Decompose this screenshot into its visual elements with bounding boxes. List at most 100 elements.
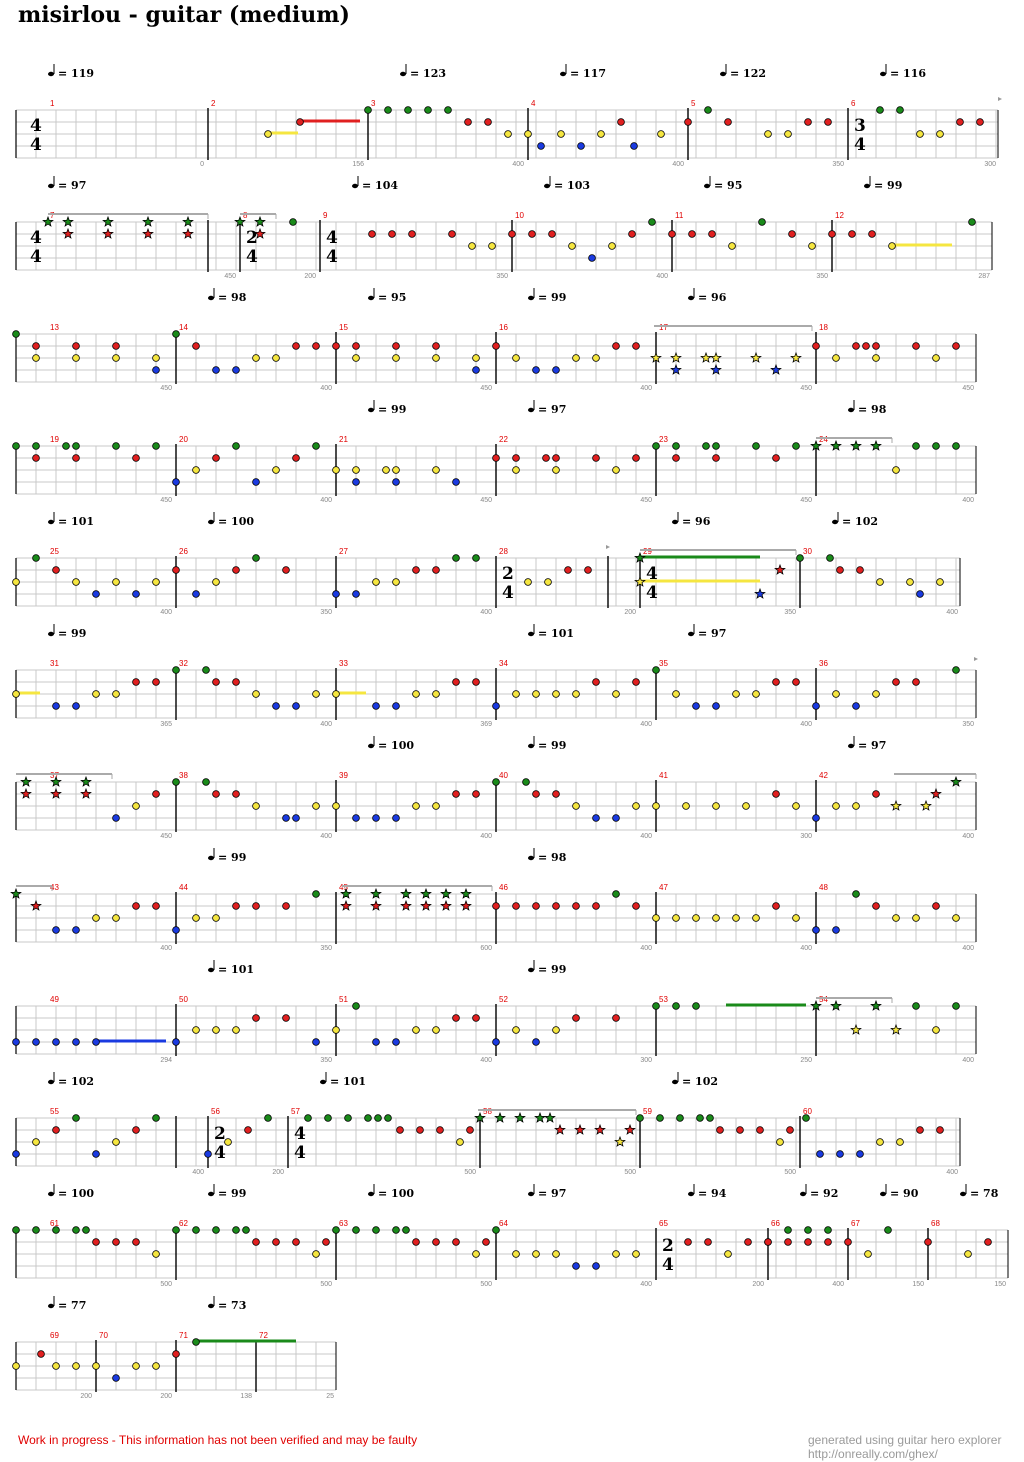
note-gem [632, 342, 640, 350]
note-gem [896, 106, 904, 114]
note-gem [492, 902, 500, 910]
note-gem [444, 106, 452, 114]
note-gem [32, 554, 40, 562]
note-gem [112, 578, 120, 586]
note-gem [152, 366, 160, 374]
tempo-marker: = 92 [800, 1184, 838, 1200]
note-gem [592, 354, 600, 362]
measure-number: 8 [243, 211, 248, 220]
star-note-gem [754, 587, 766, 599]
star-note-gem [142, 227, 154, 239]
star-note-gem [494, 1111, 506, 1123]
measure-length: 400 [962, 497, 974, 504]
note-gem [792, 802, 800, 810]
measure-length: 250 [800, 1057, 812, 1064]
continue-arrow-icon [606, 545, 610, 549]
star-note-gem [80, 787, 92, 799]
note-gem [352, 1226, 360, 1234]
note-gem [657, 130, 665, 138]
note-gem [872, 902, 880, 910]
svg-text:= 97: = 97 [858, 739, 886, 752]
note-gem [724, 118, 732, 126]
note-gem [868, 230, 876, 238]
note-gem [976, 118, 984, 126]
note-gem [812, 926, 820, 934]
measure-length: 400 [962, 1057, 974, 1064]
star-note-gem [774, 563, 786, 575]
tempo-marker: = 104 [352, 176, 398, 192]
note-gem [668, 230, 676, 238]
measure-number: 14 [179, 323, 188, 332]
note-gem [872, 342, 880, 350]
note-gem [432, 1026, 440, 1034]
note-gem [132, 902, 140, 910]
note-gem [752, 914, 760, 922]
tempo-marker: = 99 [48, 624, 86, 640]
note-gem [252, 478, 260, 486]
tempo-marker: = 97 [528, 400, 566, 416]
note-gem [924, 1238, 932, 1246]
note-gem [832, 802, 840, 810]
measure-length: 350 [784, 609, 796, 616]
note-gem [852, 342, 860, 350]
svg-text:= 99: = 99 [378, 403, 406, 416]
note-gem [72, 442, 80, 450]
measure-length: 400 [962, 945, 974, 952]
note-gem [916, 130, 924, 138]
note-gem [412, 802, 420, 810]
note-gem [12, 1038, 20, 1046]
measure-length: 350 [320, 945, 332, 952]
credit-url[interactable]: http://onreally.com/ghex/ [808, 1447, 1001, 1461]
note-gem [676, 1114, 684, 1122]
star-note-gem [420, 887, 432, 899]
note-gem [756, 1126, 764, 1134]
note-gem [772, 790, 780, 798]
note-gem [732, 690, 740, 698]
measure-number: 26 [179, 547, 188, 556]
note-gem [392, 814, 400, 822]
note-gem [772, 454, 780, 462]
note-gem [432, 802, 440, 810]
note-gem [392, 1226, 400, 1234]
measure-number: 57 [291, 1107, 300, 1116]
note-gem [968, 218, 976, 226]
note-gem [112, 690, 120, 698]
note-gem [452, 678, 460, 686]
note-gem [372, 1038, 380, 1046]
svg-text:= 95: = 95 [378, 291, 406, 304]
measure-length: 287 [978, 273, 990, 280]
note-gem [392, 342, 400, 350]
note-gem [612, 1014, 620, 1022]
measure-number: 41 [659, 771, 668, 780]
note-gem [212, 1026, 220, 1034]
measure-length: 200 [80, 1393, 92, 1400]
note-gem [12, 330, 20, 338]
note-gem [712, 442, 720, 450]
note-gem [32, 1138, 40, 1146]
measure-length: 500 [624, 1169, 636, 1176]
note-gem [632, 802, 640, 810]
measure-number: 46 [499, 883, 508, 892]
note-gem [72, 702, 80, 710]
note-gem [332, 690, 340, 698]
note-gem [512, 454, 520, 462]
note-gem [384, 1114, 392, 1122]
svg-text:= 99: = 99 [58, 627, 86, 640]
note-gem [836, 1150, 844, 1158]
measure-length: 400 [640, 1281, 652, 1288]
measure-number: 35 [659, 659, 668, 668]
note-gem [172, 778, 180, 786]
note-gem [548, 230, 556, 238]
staff-row: 13 14 450 15 400 16 450 17 400 18 450 450 = 98 = 95 = … [12, 288, 977, 392]
note-gem [984, 1238, 992, 1246]
star-note-gem [514, 1111, 526, 1123]
star-note-gem [20, 787, 32, 799]
note-gem [312, 1250, 320, 1258]
note-gem [12, 1150, 20, 1158]
note-gem [872, 790, 880, 798]
note-gem [704, 106, 712, 114]
note-gem [784, 1238, 792, 1246]
note-gem [952, 666, 960, 674]
note-gem [672, 1002, 680, 1010]
note-gem [472, 678, 480, 686]
